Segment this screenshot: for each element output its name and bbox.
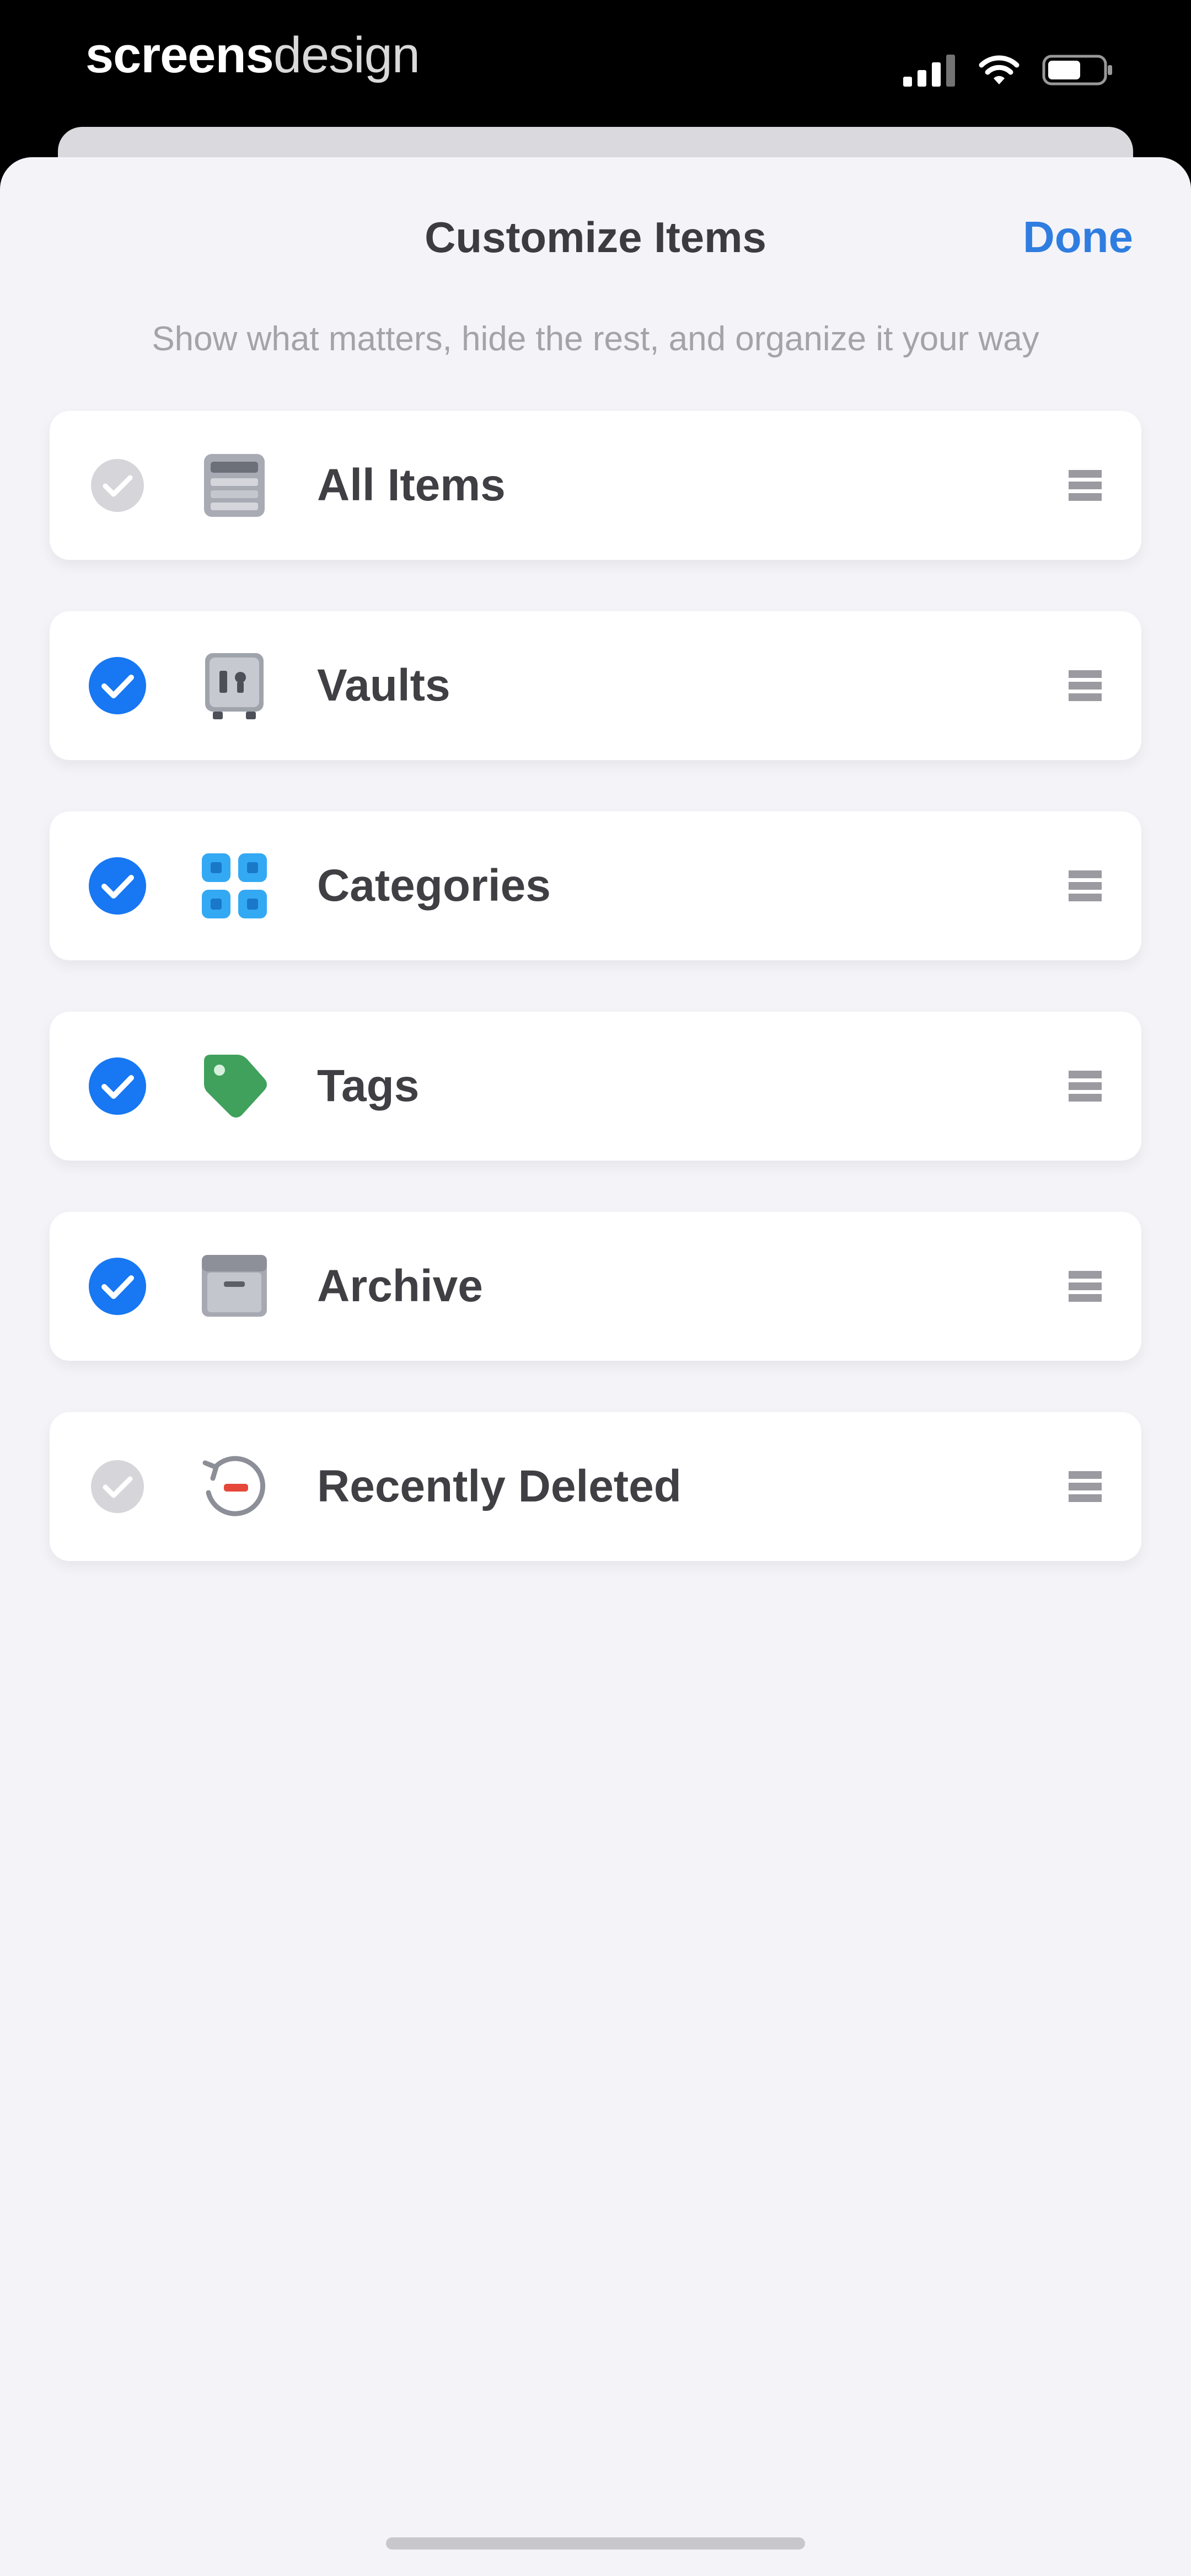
- drag-handle-icon[interactable]: [1069, 469, 1102, 502]
- status-icons: [903, 51, 1114, 89]
- item-label: All Items: [317, 460, 506, 510]
- categories-grid-icon: [202, 853, 267, 918]
- list-item-recently-deleted[interactable]: Recently Deleted: [50, 1412, 1141, 1561]
- brand-light: design: [273, 27, 420, 83]
- unchecked-circle-icon[interactable]: [87, 1456, 148, 1517]
- checkmark-circle-icon[interactable]: [87, 1056, 148, 1116]
- checkmark-circle-icon[interactable]: [87, 856, 148, 916]
- drag-handle-icon[interactable]: [1069, 1070, 1102, 1103]
- item-label: Vaults: [317, 660, 450, 710]
- battery-icon: [1042, 55, 1112, 85]
- status-bar: screensdesign: [0, 0, 1191, 127]
- list-item-archive[interactable]: Archive: [50, 1212, 1141, 1361]
- drag-handle-icon[interactable]: [1069, 869, 1102, 902]
- item-label: Archive: [317, 1261, 483, 1311]
- drag-handle-icon[interactable]: [1069, 1270, 1102, 1303]
- item-label: Tags: [317, 1061, 420, 1111]
- drag-handle-icon[interactable]: [1069, 1470, 1102, 1503]
- sheet-subtitle: Show what matters, hide the rest, and or…: [152, 320, 1039, 358]
- unchecked-circle-icon[interactable]: [87, 455, 148, 516]
- tag-icon: [204, 1055, 267, 1118]
- all-items-icon: [204, 454, 265, 517]
- drag-handle-icon[interactable]: [1069, 669, 1102, 702]
- recently-deleted-icon: [202, 1456, 266, 1516]
- item-label: Recently Deleted: [317, 1461, 682, 1511]
- brand-watermark: screensdesign: [85, 25, 420, 85]
- done-button[interactable]: Done: [1023, 210, 1133, 265]
- sheet-title: Customize Items: [425, 213, 766, 261]
- wifi-icon: [979, 55, 1020, 84]
- item-label: Categories: [317, 861, 551, 911]
- list-item-vaults[interactable]: Vaults: [50, 611, 1141, 760]
- list-item-categories[interactable]: Categories: [50, 811, 1141, 960]
- archive-box-icon: [202, 1255, 267, 1317]
- brand-bold: screens: [85, 27, 274, 83]
- cellular-signal-icon: [903, 55, 955, 87]
- home-indicator[interactable]: [386, 2537, 805, 2550]
- checkmark-circle-icon[interactable]: [87, 1256, 148, 1317]
- list-item-tags[interactable]: Tags: [50, 1012, 1141, 1161]
- checkmark-circle-icon[interactable]: [87, 655, 148, 716]
- list-item-all-items[interactable]: All Items: [50, 411, 1141, 560]
- vault-icon: [205, 653, 264, 719]
